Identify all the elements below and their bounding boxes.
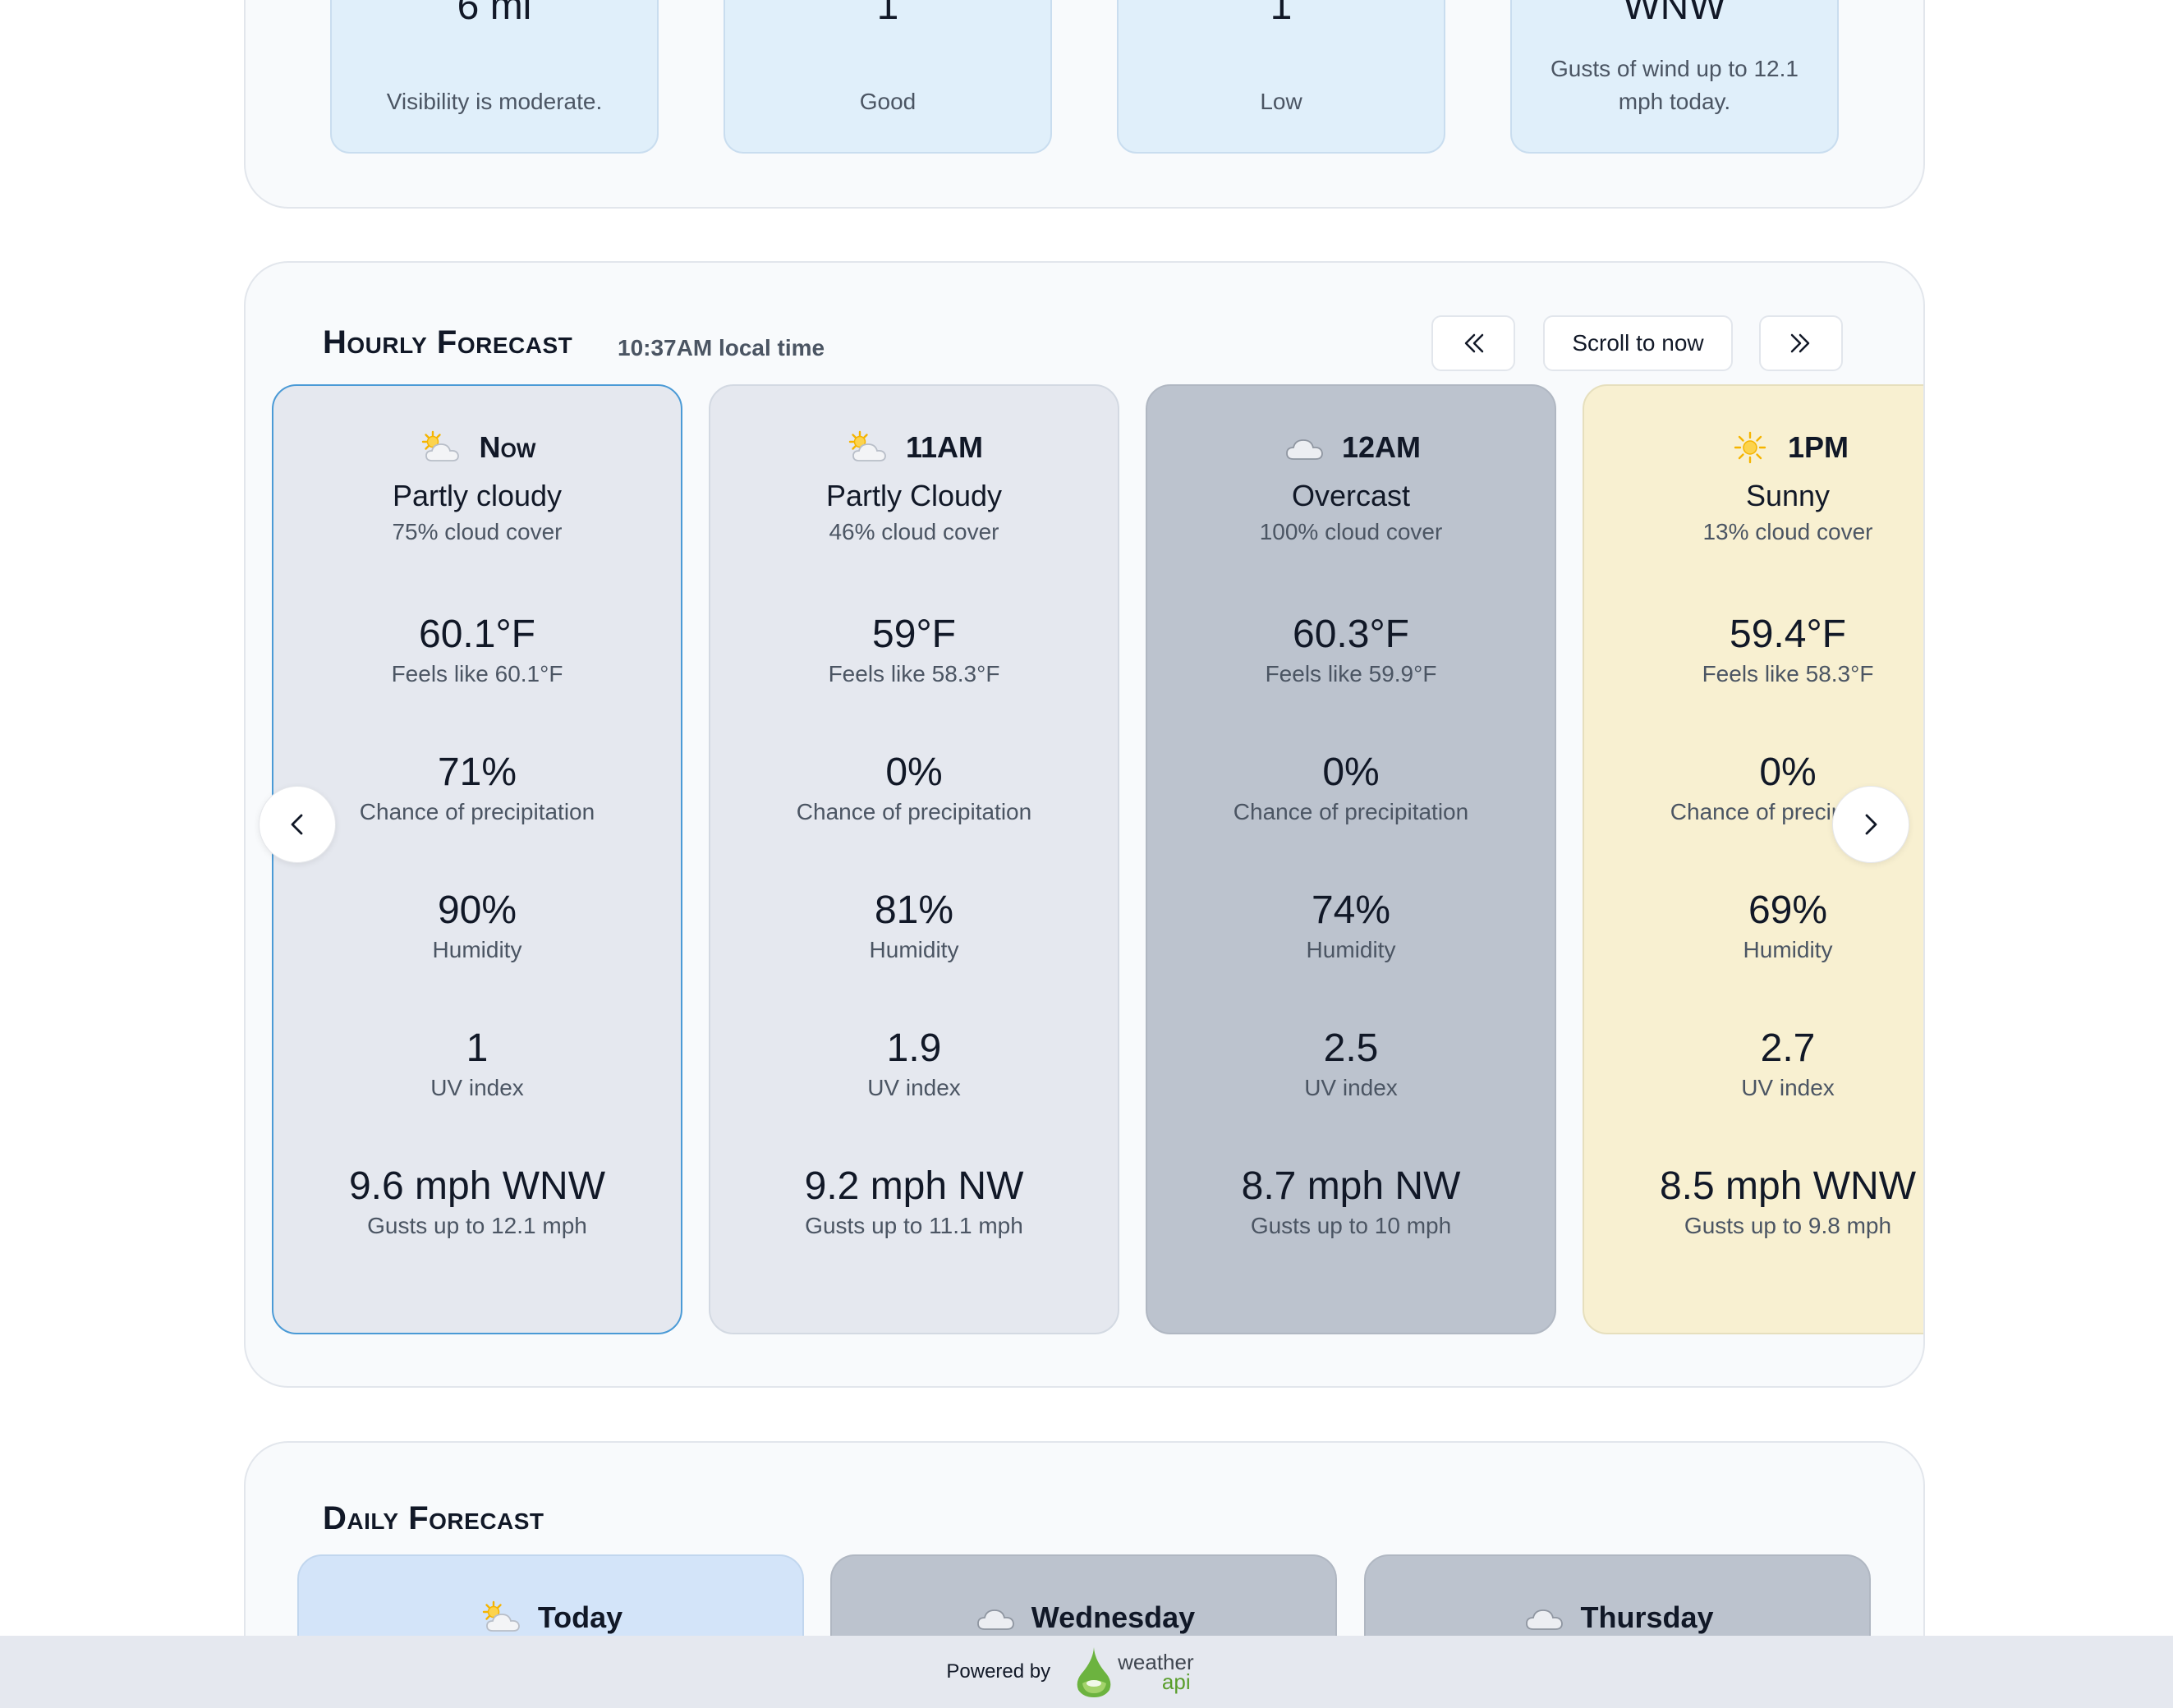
cloud-icon xyxy=(1526,1609,1564,1630)
hour-cloud-cover: 75% cloud cover xyxy=(392,519,563,544)
cloud-icon xyxy=(976,1609,1014,1630)
logo-word-api: api xyxy=(1161,1669,1191,1694)
hour-feels-like: Feels like 58.3°F xyxy=(828,661,1000,686)
hour-humidity-value: 69% xyxy=(1748,888,1828,932)
hour-humidity-label: Humidity xyxy=(1306,937,1396,962)
partly-cloudy-icon xyxy=(422,430,460,461)
hour-time: 12AM xyxy=(1341,430,1422,464)
chevron-right-icon xyxy=(1865,814,1877,835)
hour-uv-value: 2.7 xyxy=(1760,1026,1816,1070)
hour-humidity-value: 74% xyxy=(1311,888,1391,932)
hour-gusts: Gusts up to 10 mph xyxy=(1250,1213,1452,1238)
hour-precip-label: Chance of precipitation xyxy=(796,799,1032,824)
hour-feels-like: Feels like 59.9°F xyxy=(1265,661,1437,686)
hour-temperature: 59°F xyxy=(872,613,956,656)
day-name: Thursday xyxy=(1580,1600,1714,1634)
chevron-left-icon xyxy=(291,814,303,835)
scroll-left-button[interactable] xyxy=(259,786,336,863)
sun-icon xyxy=(1734,431,1766,464)
hour-cloud-cover: 46% cloud cover xyxy=(829,519,999,544)
hour-card-11am[interactable]: 11AM Partly Cloudy 46% cloud cover 59°F … xyxy=(709,384,1119,1334)
weatherapi-logo[interactable]: weather api xyxy=(1075,1646,1194,1698)
hour-feels-like: Feels like 58.3°F xyxy=(1702,661,1874,686)
hour-card-12am[interactable]: 12AM Overcast 100% cloud cover 60.3°F Fe… xyxy=(1146,384,1556,1334)
hour-precip-label: Chance of precipitation xyxy=(1233,799,1469,824)
partly-cloudy-icon xyxy=(482,1600,520,1632)
hour-humidity-label: Humidity xyxy=(869,937,959,962)
hour-precip-value: 0% xyxy=(1322,751,1380,794)
day-name: Today xyxy=(537,1600,623,1634)
hour-gusts: Gusts up to 11.1 mph xyxy=(805,1213,1023,1238)
weather-page: 6 mi Visibility is moderate. 1 Good 1 Lo… xyxy=(0,0,2173,1708)
hour-time: 11AM xyxy=(905,430,984,464)
hour-gusts: Gusts up to 9.8 mph xyxy=(1684,1213,1892,1238)
hour-condition: Sunny xyxy=(1745,479,1831,512)
hour-humidity-label: Humidity xyxy=(432,937,522,962)
hour-time: 1PM xyxy=(1787,430,1849,464)
hour-humidity-value: 81% xyxy=(874,888,954,932)
hour-condition: Partly Cloudy xyxy=(825,479,1003,512)
hour-uv-value: 2.5 xyxy=(1323,1026,1379,1070)
hour-wind: 8.7 mph NW xyxy=(1241,1164,1461,1208)
scroll-right-button[interactable] xyxy=(1832,786,1909,863)
hour-condition: Overcast xyxy=(1291,479,1411,512)
hour-wind: 9.6 mph WNW xyxy=(348,1164,606,1208)
hour-cloud-cover: 13% cloud cover xyxy=(1702,519,1873,544)
hour-uv-label: UV index xyxy=(430,1075,524,1100)
hour-wind: 8.5 mph WNW xyxy=(1659,1164,1917,1208)
hour-humidity-label: Humidity xyxy=(1743,937,1833,962)
hour-condition: Partly cloudy xyxy=(392,479,563,512)
partly-cloudy-icon xyxy=(848,430,886,461)
hour-uv-value: 1 xyxy=(466,1026,489,1070)
footer: Powered by weather api xyxy=(0,1636,2173,1708)
hour-uv-label: UV index xyxy=(1741,1075,1835,1100)
powered-by-label: Powered by xyxy=(946,1660,1051,1683)
hour-card-now[interactable]: Now Partly cloudy 75% cloud cover 60.1°F… xyxy=(272,384,682,1334)
hour-precip-value: 71% xyxy=(437,751,517,794)
cloud-icon xyxy=(1286,439,1323,460)
day-name: Wednesday xyxy=(1031,1600,1196,1634)
hour-cloud-cover: 100% cloud cover xyxy=(1259,519,1443,544)
hour-precip-value: 0% xyxy=(885,751,943,794)
hour-gusts: Gusts up to 12.1 mph xyxy=(367,1213,587,1238)
hour-temperature: 59.4°F xyxy=(1730,613,1846,656)
hour-uv-label: UV index xyxy=(1304,1075,1398,1100)
hour-temperature: 60.3°F xyxy=(1293,613,1409,656)
hour-humidity-value: 90% xyxy=(437,888,517,932)
hour-uv-value: 1.9 xyxy=(886,1026,942,1070)
water-drop-logo-icon xyxy=(1077,1647,1111,1697)
hour-feels-like: Feels like 60.1°F xyxy=(391,661,563,686)
hour-uv-label: UV index xyxy=(867,1075,961,1100)
daily-forecast-title: Daily Forecast xyxy=(323,1500,544,1536)
hour-time: Now xyxy=(479,430,536,464)
hour-temperature: 60.1°F xyxy=(419,613,535,656)
hour-wind: 9.2 mph NW xyxy=(804,1164,1024,1208)
